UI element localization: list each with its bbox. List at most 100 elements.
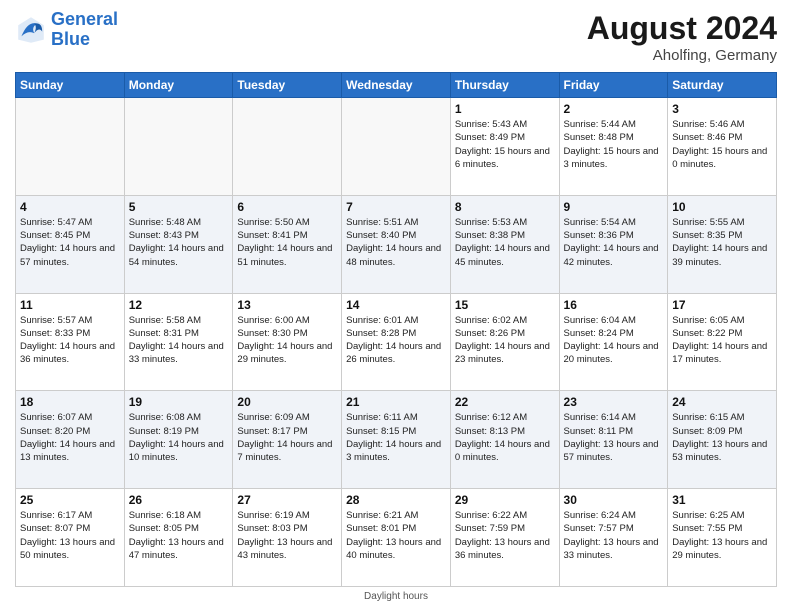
day-number: 22 (455, 395, 555, 409)
table-row: 15Sunrise: 6:02 AMSunset: 8:26 PMDayligh… (450, 293, 559, 391)
col-friday: Friday (559, 73, 668, 98)
day-info: Sunrise: 5:54 AMSunset: 8:36 PMDaylight:… (564, 216, 664, 269)
table-row: 18Sunrise: 6:07 AMSunset: 8:20 PMDayligh… (16, 391, 125, 489)
day-info: Sunrise: 5:55 AMSunset: 8:35 PMDaylight:… (672, 216, 772, 269)
day-info: Sunrise: 5:44 AMSunset: 8:48 PMDaylight:… (564, 118, 664, 171)
header: General Blue August 2024 Aholfing, Germa… (15, 10, 777, 64)
day-info: Sunrise: 6:09 AMSunset: 8:17 PMDaylight:… (237, 411, 337, 464)
day-number: 28 (346, 493, 446, 507)
table-row: 31 Sunrise: 6:25 AMSunset: 7:55 PMDayligh… (668, 489, 777, 587)
day-info: Sunrise: 6:01 AMSunset: 8:28 PMDaylight:… (346, 314, 446, 367)
day-number: 20 (237, 395, 337, 409)
day-info: Sunrise: 6:14 AMSunset: 8:11 PMDaylight:… (564, 411, 664, 464)
month-year: August 2024 (587, 10, 777, 47)
table-row: 20 Sunrise: 6:09 AMSunset: 8:17 PMDayligh… (233, 391, 342, 489)
logo-text: General Blue (51, 10, 118, 50)
table-row: 8 Sunrise: 5:53 AMSunset: 8:38 PMDaylight… (450, 195, 559, 293)
day-info: Sunrise: 5:50 AMSunset: 8:41 PMDaylight:… (237, 216, 337, 269)
table-row: 14Sunrise: 6:01 AMSunset: 8:28 PMDayligh… (342, 293, 451, 391)
day-info: Sunrise: 6:25 AMSunset: 7:55 PMDaylight:… (672, 509, 772, 562)
day-info: Sunrise: 6:00 AMSunset: 8:30 PMDaylight:… (237, 314, 337, 367)
day-number: 2 (564, 102, 664, 116)
table-row: 17 Sunrise: 6:05 AMSunset: 8:22 PMDayligh… (668, 293, 777, 391)
table-row: 1 Sunrise: 5:43 AMSunset: 8:49 PMDaylight… (450, 98, 559, 196)
day-number: 1 (455, 102, 555, 116)
calendar-week-3: 11Sunrise: 5:57 AMSunset: 8:33 PMDayligh… (16, 293, 777, 391)
col-wednesday: Wednesday (342, 73, 451, 98)
table-row: 29Sunrise: 6:22 AMSunset: 7:59 PMDayligh… (450, 489, 559, 587)
table-row: 25 Sunrise: 6:17 AMSunset: 8:07 PMDayligh… (16, 489, 125, 587)
footer-note: Daylight hours (15, 591, 777, 602)
table-row (16, 98, 125, 196)
day-info: Sunrise: 5:53 AMSunset: 8:38 PMDaylight:… (455, 216, 555, 269)
day-number: 15 (455, 298, 555, 312)
day-number: 16 (564, 298, 664, 312)
table-row: 5 Sunrise: 5:48 AMSunset: 8:43 PMDaylight… (124, 195, 233, 293)
day-number: 18 (20, 395, 120, 409)
day-number: 21 (346, 395, 446, 409)
table-row: 21Sunrise: 6:11 AMSunset: 8:15 PMDayligh… (342, 391, 451, 489)
day-number: 29 (455, 493, 555, 507)
day-number: 6 (237, 200, 337, 214)
table-row: 4 Sunrise: 5:47 AMSunset: 8:45 PMDaylight… (16, 195, 125, 293)
table-row: 11Sunrise: 5:57 AMSunset: 8:33 PMDayligh… (16, 293, 125, 391)
day-info: Sunrise: 5:48 AMSunset: 8:43 PMDaylight:… (129, 216, 229, 269)
calendar-week-4: 18Sunrise: 6:07 AMSunset: 8:20 PMDayligh… (16, 391, 777, 489)
day-info: Sunrise: 6:18 AMSunset: 8:05 PMDaylight:… (129, 509, 229, 562)
logo-icon (15, 14, 47, 46)
day-number: 27 (237, 493, 337, 507)
table-row: 28Sunrise: 6:21 AMSunset: 8:01 PMDayligh… (342, 489, 451, 587)
table-row: 12Sunrise: 5:58 AMSunset: 8:31 PMDayligh… (124, 293, 233, 391)
day-info: Sunrise: 6:24 AMSunset: 7:57 PMDaylight:… (564, 509, 664, 562)
day-info: Sunrise: 6:17 AMSunset: 8:07 PMDaylight:… (20, 509, 120, 562)
table-row: 3 Sunrise: 5:46 AMSunset: 8:46 PMDaylight… (668, 98, 777, 196)
day-number: 8 (455, 200, 555, 214)
day-number: 12 (129, 298, 229, 312)
day-info: Sunrise: 6:05 AMSunset: 8:22 PMDaylight:… (672, 314, 772, 367)
calendar-week-1: 1 Sunrise: 5:43 AMSunset: 8:49 PMDaylight… (16, 98, 777, 196)
table-row: 24Sunrise: 6:15 AMSunset: 8:09 PMDayligh… (668, 391, 777, 489)
day-info: Sunrise: 6:04 AMSunset: 8:24 PMDaylight:… (564, 314, 664, 367)
col-saturday: Saturday (668, 73, 777, 98)
day-number: 25 (20, 493, 120, 507)
day-info: Sunrise: 5:46 AMSunset: 8:46 PMDaylight:… (672, 118, 772, 171)
day-number: 11 (20, 298, 120, 312)
day-number: 5 (129, 200, 229, 214)
day-number: 19 (129, 395, 229, 409)
table-row: 23 Sunrise: 6:14 AMSunset: 8:11 PMDayligh… (559, 391, 668, 489)
day-number: 10 (672, 200, 772, 214)
day-info: Sunrise: 5:43 AMSunset: 8:49 PMDaylight:… (455, 118, 555, 171)
day-info: Sunrise: 6:08 AMSunset: 8:19 PMDaylight:… (129, 411, 229, 464)
day-info: Sunrise: 6:12 AMSunset: 8:13 PMDaylight:… (455, 411, 555, 464)
table-row: 7Sunrise: 5:51 AMSunset: 8:40 PMDaylight… (342, 195, 451, 293)
title-block: August 2024 Aholfing, Germany (587, 10, 777, 64)
col-tuesday: Tuesday (233, 73, 342, 98)
table-row: 27Sunrise: 6:19 AMSunset: 8:03 PMDayligh… (233, 489, 342, 587)
day-number: 9 (564, 200, 664, 214)
table-row: 26 Sunrise: 6:18 AMSunset: 8:05 PMDayligh… (124, 489, 233, 587)
day-info: Sunrise: 5:51 AMSunset: 8:40 PMDaylight:… (346, 216, 446, 269)
day-number: 3 (672, 102, 772, 116)
table-row: 13 Sunrise: 6:00 AMSunset: 8:30 PMDayligh… (233, 293, 342, 391)
day-info: Sunrise: 5:47 AMSunset: 8:45 PMDaylight:… (20, 216, 120, 269)
calendar-table: Sunday Monday Tuesday Wednesday Thursday… (15, 72, 777, 587)
day-number: 31 (672, 493, 772, 507)
day-number: 26 (129, 493, 229, 507)
location: Aholfing, Germany (587, 47, 777, 64)
day-number: 17 (672, 298, 772, 312)
page: General Blue August 2024 Aholfing, Germa… (0, 0, 792, 612)
table-row: 30Sunrise: 6:24 AMSunset: 7:57 PMDayligh… (559, 489, 668, 587)
calendar-week-5: 25 Sunrise: 6:17 AMSunset: 8:07 PMDayligh… (16, 489, 777, 587)
table-row (233, 98, 342, 196)
logo: General Blue (15, 10, 118, 50)
day-number: 13 (237, 298, 337, 312)
table-row: 2 Sunrise: 5:44 AMSunset: 8:48 PMDaylight… (559, 98, 668, 196)
table-row: 22 Sunrise: 6:12 AMSunset: 8:13 PMDayligh… (450, 391, 559, 489)
day-number: 4 (20, 200, 120, 214)
calendar-week-2: 4 Sunrise: 5:47 AMSunset: 8:45 PMDaylight… (16, 195, 777, 293)
col-sunday: Sunday (16, 73, 125, 98)
day-info: Sunrise: 6:15 AMSunset: 8:09 PMDaylight:… (672, 411, 772, 464)
table-row (342, 98, 451, 196)
table-row: 9 Sunrise: 5:54 AMSunset: 8:36 PMDaylight… (559, 195, 668, 293)
day-number: 23 (564, 395, 664, 409)
